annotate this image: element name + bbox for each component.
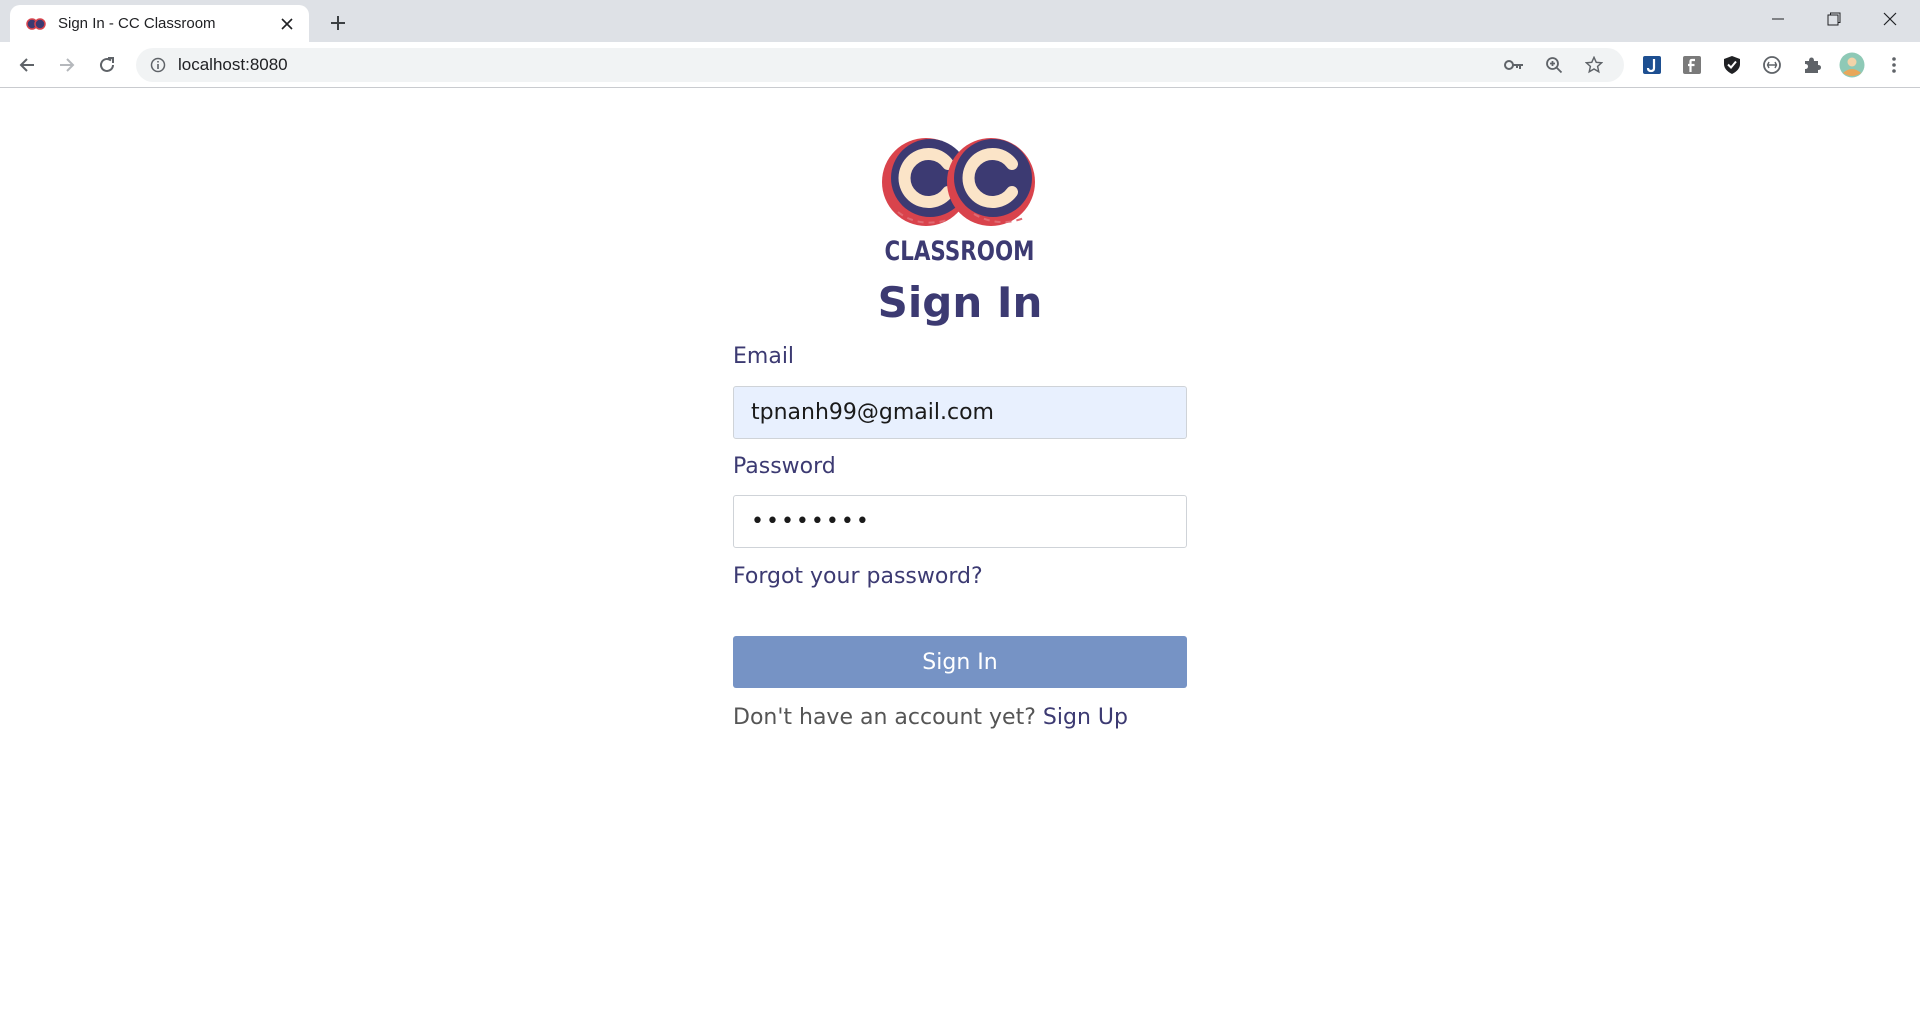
browser-menu-icon[interactable]: [1879, 50, 1909, 80]
page-title: Sign In: [877, 278, 1043, 327]
cc-classroom-logo: CLASSROOM: [882, 138, 1035, 264]
logo-wordmark: CLASSROOM: [885, 236, 1035, 264]
browser-tab[interactable]: Sign In - CC Classroom: [10, 5, 309, 42]
extension-j-icon[interactable]: [1637, 50, 1667, 80]
zoom-icon[interactable]: [1534, 50, 1574, 80]
puzzle-extensions-icon[interactable]: [1797, 50, 1827, 80]
close-window-icon[interactable]: [1862, 0, 1918, 38]
address-bar[interactable]: localhost:8080: [136, 48, 1624, 82]
back-arrow-icon[interactable]: [11, 49, 43, 81]
sign-up-link[interactable]: Sign Up: [1043, 705, 1128, 730]
site-info-icon[interactable]: [148, 55, 168, 75]
profile-avatar[interactable]: [1837, 50, 1867, 80]
email-label: Email: [733, 344, 795, 369]
signup-prompt: Don't have an account yet?: [733, 705, 1036, 730]
tab-strip: Sign In - CC Classroom: [0, 0, 1920, 42]
forward-arrow-icon[interactable]: [51, 49, 83, 81]
password-field[interactable]: [733, 495, 1187, 548]
forgot-password-link[interactable]: Forgot your password?: [733, 564, 983, 589]
minimize-icon[interactable]: [1750, 0, 1806, 38]
reload-icon[interactable]: [91, 49, 123, 81]
key-icon[interactable]: [1494, 50, 1534, 80]
new-tab-icon[interactable]: [324, 9, 352, 37]
extension-circle-icon[interactable]: [1757, 50, 1787, 80]
close-tab-icon[interactable]: [275, 12, 299, 36]
tab-title: Sign In - CC Classroom: [58, 15, 216, 32]
browser-toolbar: localhost:8080: [0, 42, 1920, 88]
shield-icon[interactable]: [1717, 50, 1747, 80]
password-label: Password: [733, 454, 836, 479]
url-text: localhost:8080: [178, 55, 288, 74]
page-content: CLASSROOM Sign In Email Password Forgot …: [0, 89, 1920, 1028]
extension-f-icon[interactable]: [1677, 50, 1707, 80]
email-field[interactable]: [733, 386, 1187, 439]
cc-favicon-icon: [26, 17, 46, 30]
bookmark-star-icon[interactable]: [1574, 50, 1614, 80]
signup-row: Don't have an account yet? Sign Up: [733, 705, 1128, 730]
sign-in-button[interactable]: Sign In: [733, 636, 1187, 688]
restore-icon[interactable]: [1806, 0, 1862, 38]
